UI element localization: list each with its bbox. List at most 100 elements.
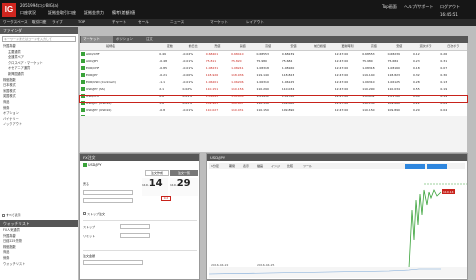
table-cell: 110.031 (231, 108, 244, 112)
toolbar-compare[interactable]: 比較 (287, 164, 293, 168)
table-cell: 110.151 (205, 87, 219, 91)
menu-account[interactable]: 取引口座 (32, 20, 46, 25)
limit-input[interactable] (120, 233, 150, 238)
table-row[interactable]: EUR/CHF -0.85 -0.01% 1.08231 1.08241 1.08318 1… (80, 65, 467, 72)
menu-chart[interactable]: チャート (112, 20, 126, 25)
table-row[interactable]: AUD/JPY -0.48 -0.01% 75.811 75.820 75.980 75.6… (80, 58, 467, 65)
date-label-1: 2016-04-22 (211, 263, 229, 267)
stop-checkbox[interactable] (83, 212, 86, 215)
table-cell: 12:47:00 (334, 66, 349, 70)
table-cell[interactable]: EUR/JPY (80, 72, 141, 79)
toolbar-indicator[interactable]: インジ (271, 164, 280, 168)
menu-market[interactable]: マーケット (210, 20, 228, 25)
table-cell[interactable]: AUD/CHF (80, 51, 141, 59)
table-cell: 12:47:00 (334, 52, 349, 56)
watchlist-item[interactable]: ウォッチリスト (3, 262, 77, 268)
table-cell: 0.26 (440, 52, 448, 56)
table-cell[interactable]: EUR/CHF (80, 65, 141, 72)
column-header[interactable]: 前日終値 (306, 43, 334, 51)
table-row[interactable]: EUR/USD (Contract) -1.1 -0.01% 1.06201 1.062… (80, 79, 467, 86)
table-cell: -0.01% (182, 66, 194, 70)
chart-period[interactable]: 1分足 (211, 164, 219, 168)
watchlist-title: ウォッチリスト (0, 220, 78, 227)
column-header[interactable]: 銘柄名 (80, 43, 142, 51)
logout-link[interactable]: ログアウト (440, 4, 460, 10)
table-row[interactable]: USD/JPY (USD10) -0.8 -0.01% 110.027 110.031 1… (80, 107, 467, 114)
table-cell: 118.823 (387, 73, 400, 77)
table-cell (150, 72, 158, 79)
buy-price-box[interactable]: 110.29 (170, 178, 198, 196)
chart-plot[interactable]: 110.14 2016-04-22 2016-04-25 (209, 170, 467, 278)
table-cell: 1.06206 (231, 80, 244, 84)
toolbar-view[interactable]: 表示 (243, 164, 249, 168)
toolbar-draw[interactable]: 描画 (257, 164, 263, 168)
market-status-icon (81, 108, 85, 112)
show-all-checkbox[interactable] (2, 213, 5, 217)
table-row[interactable]: AUD/CHF 0.49 -0.02% 0.68401 0.68410 0.68553 0.… (80, 51, 467, 59)
menu-workspace[interactable]: ワークスペース (3, 20, 28, 25)
account-status: 口座状況 (20, 10, 36, 15)
menu-top[interactable]: TOP (78, 20, 85, 24)
tab-positions[interactable]: ポジション (116, 36, 133, 43)
table-cell: 110.150 (362, 108, 375, 112)
tab-orders[interactable]: 注文 (146, 36, 153, 43)
funds-3: 備考(差額)値 (112, 10, 136, 15)
column-header[interactable]: 変動 (158, 43, 182, 51)
stop-input[interactable] (120, 224, 150, 229)
table-cell: 12:47:00 (334, 59, 349, 63)
table-row[interactable]: EUR/JPY -0.21 -0.00% 118.926 118.936 119.140 1… (80, 72, 467, 79)
sell-price-box[interactable]: 110.14 (142, 178, 168, 196)
search-input[interactable]: キーワードまたはコードを入力して (2, 36, 76, 42)
table-cell: 0.19 (440, 87, 448, 91)
column-header[interactable]: 安値 (386, 43, 412, 51)
menu-layout[interactable]: レイアウト (246, 20, 264, 25)
table-cell: 0.68239 (281, 52, 295, 56)
table-cell[interactable]: USD/JPY (SS) (80, 86, 141, 93)
show-all-row[interactable]: すべて表示 (2, 212, 76, 218)
toolbar-period[interactable]: 期間 (229, 164, 235, 168)
ticket-pair-label: USD/JPY (88, 163, 102, 167)
column-header[interactable]: 日次ボラ (439, 43, 467, 51)
table-cell[interactable]: EUR/USD (Contract) (80, 79, 141, 86)
column-header[interactable] (149, 43, 159, 51)
table-cell: -0.01% (182, 59, 194, 63)
toolbar-tools[interactable]: ツール (303, 164, 312, 168)
tab-create-order[interactable]: 注文作成 (145, 170, 169, 176)
table-cell: 1.08160 (387, 66, 400, 70)
column-header[interactable] (141, 43, 150, 51)
watchlist: FX人気通貨 外国為替 日経225先物 株価指数 商品 債券 ウォッチリスト (3, 228, 77, 267)
table-cell[interactable]: AUD/JPY (80, 58, 141, 65)
tree-item[interactable]: ノックアウト (3, 122, 77, 128)
checkbox-stop-label[interactable]: ストップ注文 (83, 212, 105, 216)
finder-panel: ファインダ キーワードまたはコードを入力して 外国為替 主要通貨 全通貨ペア ク… (0, 27, 78, 280)
column-header[interactable]: 買値 (230, 43, 256, 51)
show-all-label: すべて表示 (5, 213, 21, 217)
quantity-input[interactable] (83, 190, 133, 195)
amount-input[interactable] (83, 260, 143, 265)
table-cell: 0.30 (440, 73, 448, 77)
column-header[interactable]: 前日比 (181, 43, 205, 51)
chart-sell-button[interactable] (427, 163, 447, 169)
price-input[interactable] (83, 198, 133, 203)
column-header[interactable]: 高値 (361, 43, 387, 51)
column-header[interactable]: 高値 (255, 43, 281, 51)
chart-buy-button[interactable] (405, 163, 425, 169)
column-header[interactable]: 売値 (204, 43, 231, 51)
menu-sale[interactable]: セール (138, 20, 149, 25)
column-header[interactable]: 週次ボラ (411, 43, 440, 51)
top-link-help[interactable]: ヘルプ/サポート (404, 4, 433, 10)
tab-order-list[interactable]: 注文一覧 (170, 170, 198, 176)
column-header[interactable]: 安値 (280, 43, 307, 51)
tab-market[interactable]: マーケット (81, 36, 113, 43)
table-cell[interactable]: USD/JPY (USD10) (80, 107, 141, 114)
table-row[interactable]: USD/JPY (SS) 2.1 0.02% 110.151 110.156 110.29… (80, 86, 467, 93)
menu-news[interactable]: ニュース (170, 20, 184, 25)
table-cell: 109.890 (281, 108, 295, 112)
price-line (408, 189, 442, 269)
table-cell: 1.06125 (387, 80, 400, 84)
selected-row-highlight (79, 94, 468, 103)
top-link-home[interactable]: Top画面 (382, 4, 397, 10)
table-cell: -1.1 (159, 80, 166, 84)
column-header[interactable]: 更新時刻 (333, 43, 362, 51)
menu-live[interactable]: ライブ (52, 20, 63, 25)
